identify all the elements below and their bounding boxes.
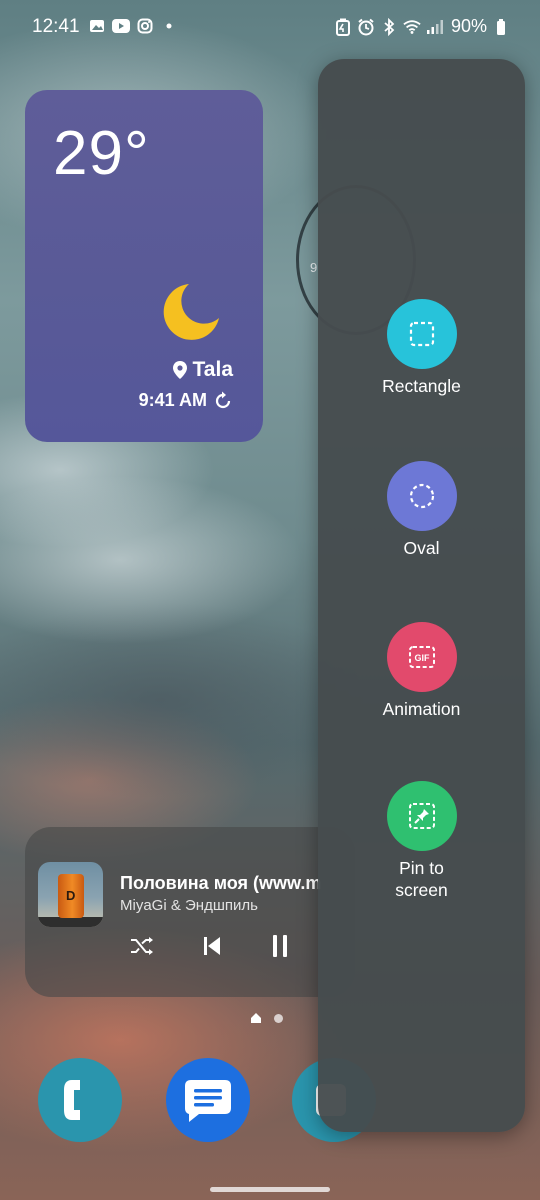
- instagram-icon: [136, 17, 154, 35]
- battery-saver-icon: [334, 18, 352, 36]
- battery-percent: 90%: [450, 16, 487, 36]
- media-controls: [115, 931, 315, 961]
- album-art-letter: D: [66, 888, 76, 903]
- phone-app-icon[interactable]: [38, 1058, 122, 1142]
- clock-number: 9: [310, 260, 318, 275]
- gesture-nav-handle[interactable]: [210, 1187, 330, 1192]
- svg-text:GIF: GIF: [414, 653, 430, 663]
- shuffle-button[interactable]: [127, 931, 157, 961]
- rectangle-tool-button[interactable]: [386, 299, 457, 369]
- alarm-icon: [357, 18, 375, 36]
- rectangle-tool-label: Rectangle: [382, 376, 461, 396]
- album-art-floor: [38, 917, 103, 927]
- dot-icon: [160, 17, 178, 35]
- animation-tool[interactable]: GIF Animation: [318, 622, 525, 720]
- notification-icons: [88, 17, 178, 35]
- track-artist: MiyaGi & Эндшпиль: [120, 897, 258, 914]
- message-bubble-icon: [185, 1080, 231, 1122]
- page-indicator: [250, 1012, 283, 1024]
- oval-tool[interactable]: Oval: [318, 461, 525, 559]
- oval-tool-button[interactable]: [386, 461, 457, 531]
- gallery-icon: [88, 17, 106, 35]
- youtube-icon: [112, 17, 130, 35]
- battery-icon: [492, 18, 510, 36]
- weather-location: Tala: [172, 358, 233, 382]
- shuffle-icon: [131, 937, 153, 955]
- status-time: 12:41: [32, 16, 80, 37]
- oval-tool-label: Oval: [403, 538, 440, 558]
- track-title: Половина моя (www.m: [120, 873, 322, 893]
- messages-app-icon[interactable]: [166, 1058, 250, 1142]
- bluetooth-icon: [380, 17, 398, 36]
- pin-to-screen-label: Pin to screen: [395, 858, 448, 900]
- wifi-icon: [403, 18, 421, 36]
- location-pin-icon: [172, 361, 187, 379]
- dashed-square-icon: [409, 321, 434, 347]
- previous-button[interactable]: [197, 931, 227, 961]
- media-player-widget[interactable]: D Половина моя (www.m MiyaGi & Эндшпиль: [25, 827, 355, 997]
- pin-icon: [408, 803, 435, 829]
- weather-temperature: 29°: [53, 119, 150, 188]
- dashed-circle-icon: [409, 483, 434, 509]
- pin-to-screen-button[interactable]: [386, 781, 457, 851]
- weather-widget[interactable]: 29° Tala 9:41 AM: [25, 90, 263, 442]
- previous-icon: [204, 937, 220, 955]
- page-dot[interactable]: [274, 1013, 283, 1023]
- phone-icon: [64, 1080, 80, 1120]
- pause-button[interactable]: [265, 931, 295, 961]
- pause-icon: [273, 935, 287, 957]
- album-art-barrel: D: [58, 874, 84, 918]
- system-status-icons: 90%: [334, 16, 510, 37]
- animation-tool-button[interactable]: GIF: [386, 622, 457, 692]
- weather-updated-time: 9:41 AM: [138, 390, 207, 410]
- weather-updated: 9:41 AM: [139, 390, 233, 411]
- weather-location-label: Tala: [192, 358, 233, 381]
- pin-to-screen-tool[interactable]: Pin to screen: [318, 781, 525, 901]
- refresh-icon[interactable]: [213, 391, 233, 411]
- moon-icon: [163, 284, 219, 340]
- album-art[interactable]: D: [38, 862, 103, 927]
- rectangle-tool[interactable]: Rectangle: [318, 299, 525, 397]
- home-page-icon[interactable]: [250, 1012, 262, 1024]
- smart-select-panel: Rectangle Oval GIF Animation Pin to scre…: [318, 59, 525, 1132]
- gif-icon: GIF: [408, 646, 435, 668]
- animation-tool-label: Animation: [382, 699, 461, 719]
- status-bar: 12:41 90%: [0, 0, 540, 54]
- signal-icon: [426, 18, 444, 36]
